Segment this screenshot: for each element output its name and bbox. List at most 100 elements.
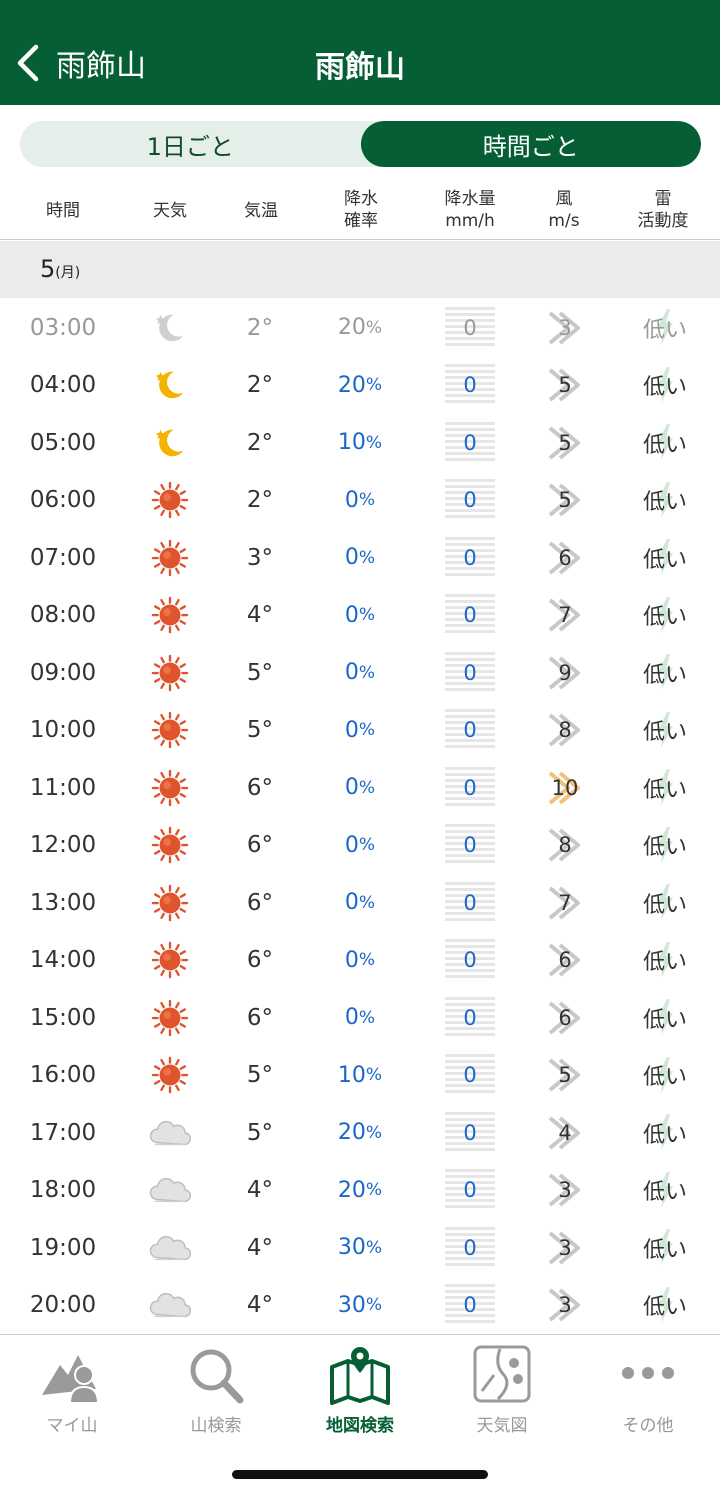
tab-weather-map[interactable]: 天気図 bbox=[442, 1345, 562, 1436]
pop-unit: % bbox=[365, 1122, 383, 1143]
rain-gauge: 0 bbox=[445, 306, 495, 349]
rain-gauge: 0 bbox=[445, 479, 495, 522]
row-thunder: 低い bbox=[625, 644, 705, 702]
rain-gauge: 0 bbox=[445, 1284, 495, 1327]
wind-arrow-icon: 5 bbox=[542, 477, 588, 523]
row-wind: 5 bbox=[538, 414, 592, 472]
pop-value: 0 bbox=[344, 602, 359, 628]
pop-unit: % bbox=[358, 777, 376, 798]
sun-icon bbox=[140, 587, 200, 645]
pop-value: 0 bbox=[344, 890, 359, 916]
row-wind: 6 bbox=[538, 529, 592, 587]
wind-value: 5 bbox=[558, 488, 572, 513]
pop-unit: % bbox=[358, 1007, 376, 1028]
pop-value: 30 bbox=[337, 1292, 366, 1318]
sun-icon bbox=[140, 644, 200, 702]
row-precip-amount: 0 bbox=[445, 472, 495, 530]
row-thunder: 低い bbox=[625, 989, 705, 1047]
rain-value: 0 bbox=[463, 430, 477, 455]
pop-unit: % bbox=[365, 375, 383, 396]
thunder-level: 低い bbox=[642, 547, 687, 573]
row-precip-amount: 0 bbox=[445, 932, 495, 990]
pop-value: 30 bbox=[337, 1235, 366, 1261]
row-precip-probability: 0% bbox=[310, 644, 410, 702]
wind-value: 8 bbox=[558, 718, 572, 743]
date-day: 5 bbox=[40, 255, 56, 283]
wind-value: 3 bbox=[558, 1178, 572, 1203]
row-wind: 5 bbox=[538, 1047, 592, 1105]
table-row: 14:00 6° 0% 0 6 低い bbox=[0, 932, 720, 990]
row-precip-amount: 0 bbox=[445, 529, 495, 587]
rain-value: 0 bbox=[463, 1293, 477, 1318]
pop-value: 20 bbox=[337, 1177, 366, 1203]
hourly-forecast-list[interactable]: 03:00 2° 20% 0 3 低い 04:00 2° 20% 0 5 低い 05:00 2° 10% 0 5… bbox=[0, 299, 720, 1334]
row-thunder: 低い bbox=[625, 1104, 705, 1162]
row-temperature: 4° bbox=[246, 1234, 274, 1261]
table-row: 05:00 2° 10% 0 5 低い bbox=[0, 414, 720, 472]
wind-arrow-icon: 3 bbox=[542, 1282, 588, 1328]
moon-icon bbox=[140, 299, 200, 357]
rain-value: 0 bbox=[463, 660, 477, 685]
wind-arrow-icon: 6 bbox=[542, 535, 588, 581]
wind-value: 9 bbox=[558, 660, 572, 685]
row-wind: 3 bbox=[538, 1219, 592, 1277]
col-rain-line2: mm/h bbox=[445, 211, 495, 231]
tab-more[interactable]: その他 bbox=[588, 1345, 708, 1436]
table-row: 03:00 2° 20% 0 3 低い bbox=[0, 299, 720, 357]
tab-map-search[interactable]: 地図検索 bbox=[300, 1345, 420, 1436]
wind-value: 5 bbox=[558, 430, 572, 455]
pop-unit: % bbox=[365, 432, 383, 453]
table-row: 11:00 6° 0% 0 10 低い bbox=[0, 759, 720, 817]
wind-value: 10 bbox=[551, 775, 579, 800]
wind-arrow-icon: 6 bbox=[542, 937, 588, 983]
more-icon bbox=[622, 1367, 674, 1379]
row-thunder: 低い bbox=[625, 932, 705, 990]
rain-value: 0 bbox=[463, 833, 477, 858]
rain-value: 0 bbox=[463, 1005, 477, 1030]
row-precip-probability: 0% bbox=[310, 817, 410, 875]
thunder-level: 低い bbox=[642, 375, 687, 401]
rain-value: 0 bbox=[463, 545, 477, 570]
tab-my-mountain[interactable]: マイ山 bbox=[12, 1345, 132, 1436]
thunder-level: 低い bbox=[642, 950, 687, 976]
row-temperature: 4° bbox=[246, 1177, 274, 1204]
row-thunder: 低い bbox=[625, 759, 705, 817]
row-time: 20:00 bbox=[29, 1292, 97, 1319]
moon-icon bbox=[140, 357, 200, 415]
table-row: 10:00 5° 0% 0 8 低い bbox=[0, 702, 720, 760]
row-thunder: 低い bbox=[625, 702, 705, 760]
row-precip-amount: 0 bbox=[445, 817, 495, 875]
rain-value: 0 bbox=[463, 373, 477, 398]
thunder-level: 低い bbox=[642, 777, 687, 803]
segment-daily[interactable]: 1日ごと bbox=[20, 121, 361, 167]
row-temperature: 3° bbox=[246, 544, 274, 571]
row-precip-probability: 0% bbox=[310, 472, 410, 530]
wind-value: 7 bbox=[558, 603, 572, 628]
row-temperature: 4° bbox=[246, 602, 274, 629]
row-wind: 4 bbox=[538, 1104, 592, 1162]
wind-arrow-icon: 5 bbox=[542, 362, 588, 408]
wind-value: 6 bbox=[558, 948, 572, 973]
pop-value: 20 bbox=[337, 372, 366, 398]
wind-value: 6 bbox=[558, 545, 572, 570]
row-time: 07:00 bbox=[29, 544, 97, 571]
app-header: 雨飾山 雨飾山 bbox=[0, 0, 720, 105]
col-wind-line2: m/s bbox=[548, 211, 580, 231]
segment-hourly[interactable]: 時間ごと bbox=[360, 121, 701, 167]
row-precip-amount: 0 bbox=[445, 1162, 495, 1220]
row-wind: 7 bbox=[538, 874, 592, 932]
thunder-level: 低い bbox=[642, 1180, 687, 1206]
tab-mountain-search[interactable]: 山検索 bbox=[156, 1345, 276, 1436]
row-time: 06:00 bbox=[29, 487, 97, 514]
page-title: 雨飾山 bbox=[315, 50, 405, 85]
row-time: 12:00 bbox=[29, 832, 97, 859]
table-row: 04:00 2° 20% 0 5 低い bbox=[0, 357, 720, 415]
cloud-icon bbox=[140, 1104, 200, 1162]
row-temperature: 2° bbox=[246, 314, 274, 341]
sun-icon bbox=[140, 702, 200, 760]
rain-value: 0 bbox=[463, 1235, 477, 1260]
row-temperature: 5° bbox=[246, 1119, 274, 1146]
pop-unit: % bbox=[365, 1065, 383, 1086]
wind-value: 8 bbox=[558, 833, 572, 858]
rain-gauge: 0 bbox=[445, 881, 495, 924]
